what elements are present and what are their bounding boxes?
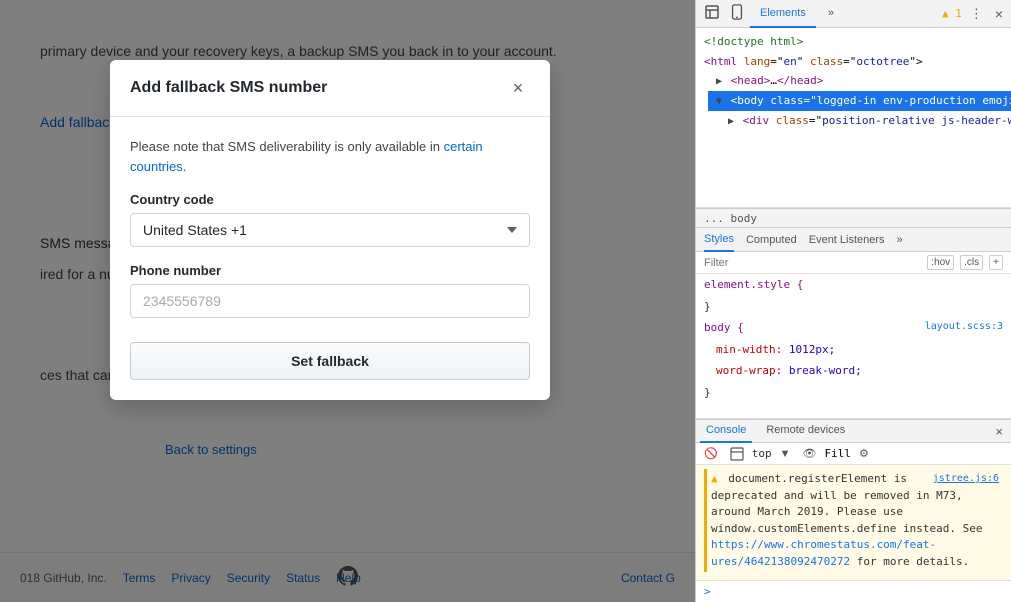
add-style-button[interactable]: + [989,255,1003,270]
console-content: ▲ jstree.js:6 document.registerElement i… [696,465,1011,580]
cls-button[interactable]: .cls [960,255,983,270]
html-line-body-selected[interactable]: ▼ <body class="logged-in env-production … [708,91,1011,111]
filter-bar: :hov .cls + [696,252,1011,274]
clear-console-button[interactable]: 🚫 [700,445,722,462]
modal-title: Add fallback SMS number [130,79,327,97]
warning-count: ▲ 1 [942,7,962,20]
breadcrumb-bar: ... body [696,208,1011,228]
tab-remote-devices[interactable]: Remote devices [760,419,851,443]
body-min-width: min-width: 1012px; [708,339,1011,361]
phone-number-group: Phone number [130,263,530,318]
country-code-group: Country code United States +1 United Kin… [130,192,530,247]
element-style-rule: element.style { [696,274,1011,296]
html-line-div[interactable]: ▶ <div class="position-relative js-heade… [720,111,1011,131]
console-gear-button[interactable]: ⚙ [855,445,873,462]
html-line-html[interactable]: <html lang="en" class="octotree"> [696,52,1011,72]
country-code-select[interactable]: United States +1 United Kingdom +44 Cana… [130,213,530,247]
styles-panel: element.style { } body { layout.scss:3 m… [696,274,1011,419]
console-close-button[interactable]: × [991,422,1007,441]
html-line-body-close[interactable] [720,131,1011,133]
body-word-wrap: word-wrap: break-word; [708,360,1011,382]
hov-button[interactable]: :hov [927,255,954,270]
console-fill-label: Fill [824,447,851,460]
styles-filter-input[interactable] [704,257,921,269]
warning-text-2: for more details. [857,555,970,568]
html-line-doctype[interactable]: <!doctype html> [696,32,1011,52]
styles-tabs-bar: Styles Computed Event Listeners » [696,228,1011,252]
console-eye-button[interactable]: 👁 [798,445,820,462]
console-tabs-bar: Console Remote devices × [696,419,1011,443]
devtools-panel: Elements » ▲ 1 ⋮ × <!doctype html> <html… [695,0,1011,602]
tab-elements-label: Elements [760,7,806,19]
devtools-tab-icons: ▲ 1 ⋮ × [942,4,1007,24]
modal-header: Add fallback SMS number × [110,60,550,117]
body-style-close: } [696,382,1011,404]
country-code-label: Country code [130,192,530,207]
devtools-menu-button[interactable]: ⋮ [966,4,987,24]
console-toolbar: 🚫 top ▼ 👁 Fill ⚙ [696,443,1011,465]
tab-console[interactable]: Console [700,419,752,443]
devtools-mobile-icon[interactable] [726,2,748,25]
devtools-close-button[interactable]: × [991,4,1007,24]
console-input[interactable] [715,585,1003,598]
modal-note: Please note that SMS deliverability is o… [130,137,530,176]
tab-styles[interactable]: Styles [704,228,734,252]
console-prompt: > [704,585,711,598]
console-warning-message: ▲ jstree.js:6 document.registerElement i… [704,469,1003,572]
warning-file-link[interactable]: jstree.js:6 [933,471,999,486]
body-style-rule: body { layout.scss:3 [696,317,1011,339]
set-fallback-button[interactable]: Set fallback [130,342,530,380]
tab-elements[interactable]: Elements [750,0,816,28]
tab-styles-more[interactable]: » [897,228,903,252]
html-line-head[interactable]: ▶ <head>…</head> [708,71,1011,91]
devtools-icon-panel[interactable] [726,445,748,463]
console-input-row: > [696,580,1011,602]
breadcrumb-text: ... body [704,212,757,225]
phone-number-label: Phone number [130,263,530,278]
devtools-top-tabs: Elements » ▲ 1 ⋮ × [696,0,1011,28]
devtools-inspect-icon[interactable] [700,2,724,25]
tab-more[interactable]: » [818,0,844,28]
console-top-label: top [752,447,772,460]
modal-note-text: Please note that SMS deliverability is o… [130,139,444,154]
element-style-close: } [696,296,1011,318]
add-fallback-modal: Add fallback SMS number × Please note th… [110,60,550,400]
modal-body: Please note that SMS deliverability is o… [110,117,550,400]
modal-close-button[interactable]: × [506,76,530,100]
phone-number-input[interactable] [130,284,530,318]
devtools-html-tree: <!doctype html> <html lang="en" class="o… [696,28,1011,208]
warning-icon: ▲ [711,472,718,485]
doctype-text: <!doctype html> [704,35,803,48]
modal-note-period: . [183,159,187,174]
tab-computed[interactable]: Computed [746,228,797,252]
console-dropdown-button[interactable]: ▼ [776,446,795,462]
tab-event-listeners[interactable]: Event Listeners [809,228,885,252]
